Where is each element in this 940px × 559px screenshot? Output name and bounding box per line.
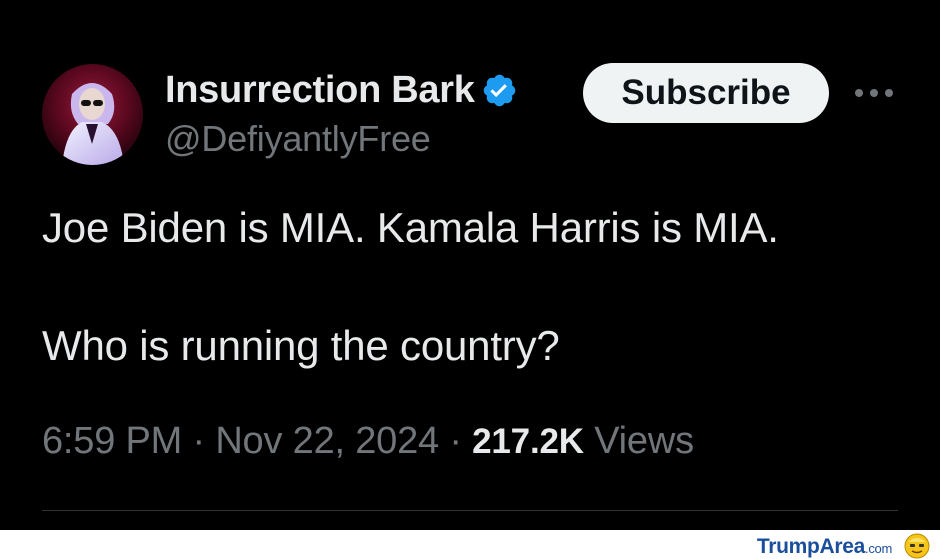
watermark-face-icon — [904, 533, 930, 559]
watermark-brand: TrumpArea — [756, 535, 866, 558]
divider — [42, 510, 898, 511]
watermark-tld: .com — [865, 541, 892, 556]
meta-separator: · — [192, 420, 205, 462]
views-count[interactable]: 217.2K — [472, 422, 584, 461]
subscribe-button[interactable]: Subscribe — [583, 63, 829, 123]
tweet-date[interactable]: Nov 22, 2024 — [215, 420, 439, 462]
meta-separator: · — [449, 420, 462, 462]
verified-badge-icon — [483, 74, 515, 106]
views-label: Views — [594, 420, 694, 462]
avatar[interactable] — [42, 64, 143, 165]
watermark-logo: TrumpArea.com — [757, 535, 892, 559]
display-name[interactable]: Insurrection Bark — [165, 69, 475, 112]
tweet-text-line: Joe Biden is MIA. Kamala Harris is MIA. — [42, 204, 779, 251]
tweet-text-line: Who is running the country? — [42, 322, 560, 369]
user-handle[interactable]: @DefiyantlyFree — [165, 118, 431, 160]
profile-photo-avatar — [42, 64, 143, 165]
author-name-row[interactable]: Insurrection Bark — [165, 66, 518, 114]
tweet-time[interactable]: 6:59 PM — [42, 420, 182, 462]
more-horizontal-icon[interactable] — [852, 82, 896, 104]
tweet-meta: 6:59 PM · Nov 22, 2024 · 217.2K Views — [42, 420, 694, 463]
